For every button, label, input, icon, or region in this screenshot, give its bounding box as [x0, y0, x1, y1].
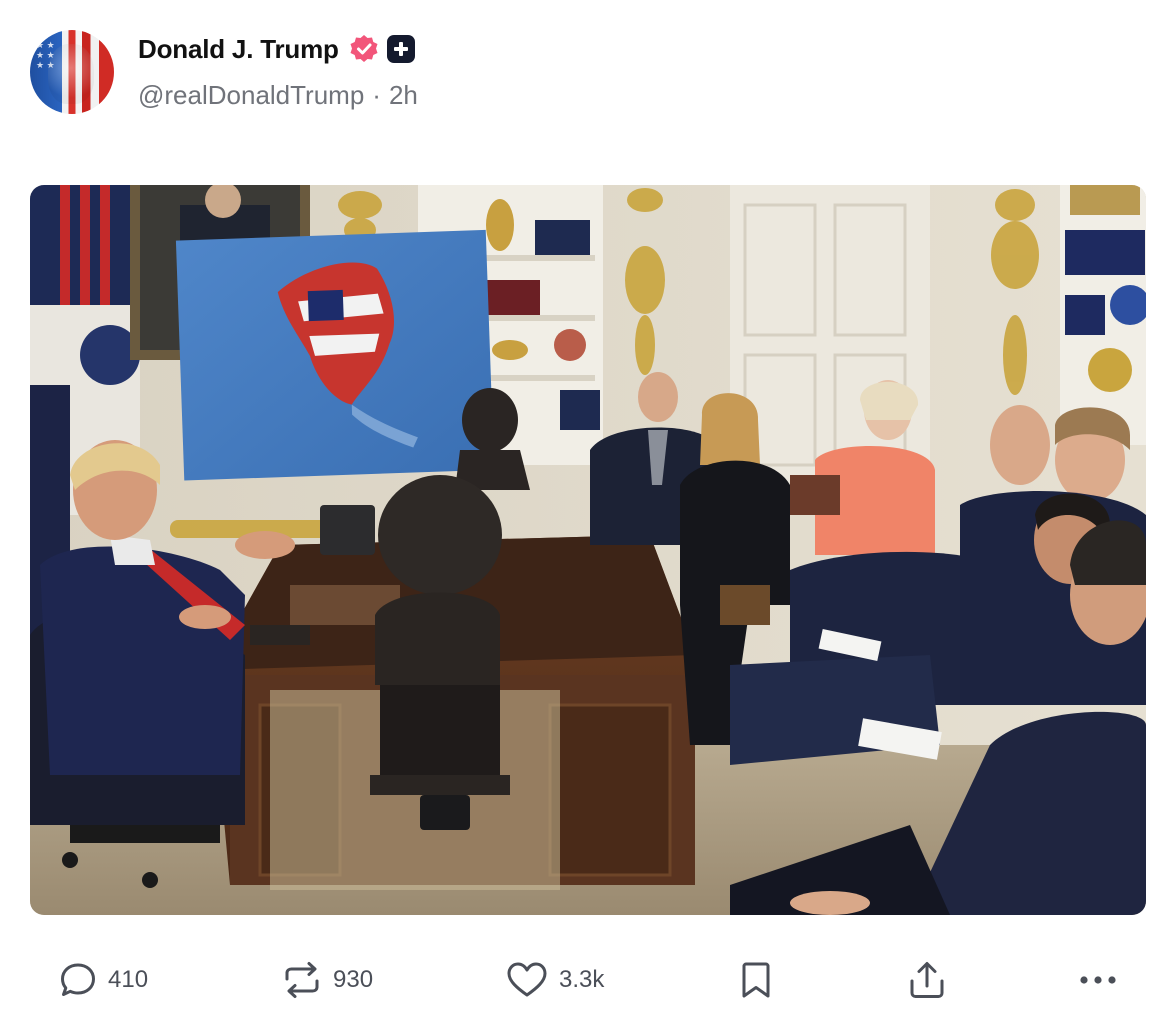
repost-icon	[285, 962, 319, 998]
meeting-photo	[30, 185, 1146, 915]
plus-badge-icon	[386, 35, 415, 63]
heart-icon	[507, 962, 547, 997]
author-meta-row: @realDonaldTrump · 2h	[138, 80, 418, 111]
avatar-face	[48, 44, 94, 104]
repost-button[interactable]: 930	[281, 950, 373, 1010]
like-button[interactable]: 3.3k	[505, 950, 604, 1010]
author-display-name[interactable]: Donald J. Trump	[138, 34, 339, 65]
author-handle[interactable]: @realDonaldTrump	[138, 80, 364, 111]
repost-count: 930	[333, 966, 374, 993]
more-icon	[1080, 976, 1116, 984]
author-name-row: Donald J. Trump	[138, 31, 415, 67]
reply-count: 410	[108, 966, 149, 993]
meta-separator: ·	[372, 80, 381, 110]
post-card: ★ ★ ★ ★ ★ ★ Donald J. Trump @realDonaldTru…	[0, 0, 1174, 1034]
post-timestamp[interactable]: 2h	[389, 80, 418, 111]
bookmark-button[interactable]	[738, 950, 774, 1010]
more-button[interactable]	[1077, 950, 1119, 1010]
author-avatar[interactable]: ★ ★ ★ ★ ★ ★	[30, 30, 114, 114]
action-bar: 410 930 3.3k	[0, 950, 1174, 1010]
share-button[interactable]	[906, 950, 948, 1010]
verified-badge-icon	[350, 35, 378, 62]
like-count: 3.3k	[559, 966, 605, 993]
comment-icon	[61, 963, 95, 996]
bookmark-icon	[742, 962, 770, 998]
share-icon	[910, 962, 944, 998]
post-media-photo[interactable]	[30, 185, 1146, 915]
reply-button[interactable]: 410	[58, 950, 148, 1010]
